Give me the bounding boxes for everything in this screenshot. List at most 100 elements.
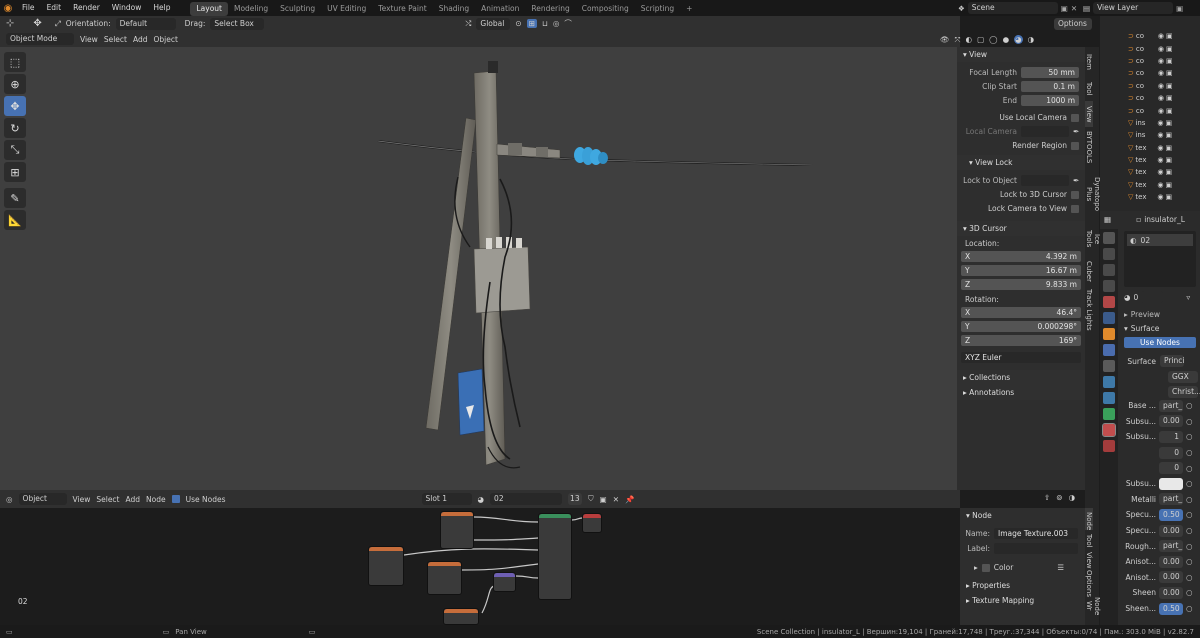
data-props-icon[interactable] <box>1103 408 1115 420</box>
render-camera-icon[interactable]: ▣ <box>1166 107 1173 115</box>
menu-object[interactable]: Object <box>153 35 177 44</box>
orientation-dropdown[interactable]: Default <box>115 17 176 30</box>
render-camera-icon[interactable]: ▣ <box>1166 168 1173 176</box>
cursor-rotation-z[interactable]: Z 169° <box>961 335 1081 346</box>
outliner-row[interactable]: ▽ tex ◉ ▣ <box>1100 142 1200 154</box>
focal-length-field[interactable]: 50 mm <box>1021 67 1079 78</box>
render-camera-icon[interactable]: ▣ <box>1166 156 1173 164</box>
solid-shading-icon[interactable]: ● <box>1003 35 1010 44</box>
material-users-field[interactable] <box>1141 291 1164 303</box>
world-props-icon[interactable] <box>1103 312 1115 324</box>
visibility-eye-icon[interactable]: ◉ <box>1158 94 1164 102</box>
transform-space-dropdown[interactable]: Global <box>476 17 511 30</box>
visibility-eye-icon[interactable]: ◉ <box>1157 119 1163 127</box>
shader-input-value[interactable]: 0.00 <box>1159 586 1183 599</box>
tab-view[interactable]: View <box>1085 101 1093 127</box>
properties-section[interactable]: ▸ Properties <box>960 578 1085 593</box>
view-layer-props-icon[interactable] <box>1103 280 1115 292</box>
lock-camera-checkbox[interactable] <box>1071 204 1079 213</box>
image-texture-node[interactable] <box>368 546 404 586</box>
image-texture-node[interactable] <box>443 608 479 625</box>
surface-shader-field[interactable]: Princi <box>1160 355 1185 367</box>
physics-props-icon[interactable] <box>1103 376 1115 388</box>
fake-user-icon-2[interactable]: ⛉ <box>588 494 594 504</box>
visibility-eye-icon[interactable]: ◉ <box>1157 168 1163 176</box>
options-dropdown[interactable]: Options <box>1054 17 1092 30</box>
pivot-icon[interactable]: ⊙ <box>515 19 521 28</box>
principled-bsdf-node[interactable] <box>538 513 572 600</box>
cursor-location-z[interactable]: Z 9.833 m <box>961 279 1081 290</box>
tab-scripting[interactable]: Scripting <box>635 2 680 16</box>
scene-field[interactable]: Scene <box>967 2 1058 14</box>
tab-track-lights[interactable]: Track Lights <box>1085 285 1093 335</box>
node-name-field[interactable]: Image Texture.003 <box>994 528 1078 539</box>
tab-shading[interactable]: Shading <box>433 2 475 16</box>
socket-dot-icon[interactable]: ○ <box>1186 604 1193 613</box>
render-camera-icon[interactable]: ▣ <box>1166 69 1173 77</box>
menu-render[interactable]: Render <box>67 0 106 16</box>
3d-cursor-header[interactable]: ▾ 3D Cursor <box>957 221 1085 236</box>
tab-layout[interactable]: Layout <box>190 1 228 16</box>
image-texture-node[interactable] <box>440 511 474 549</box>
output-props-icon[interactable] <box>1103 264 1115 276</box>
tab-dynatopo[interactable]: Dynatopo Plus <box>1085 167 1101 221</box>
material-name-field[interactable]: 02 <box>490 493 563 505</box>
clip-start-field[interactable]: 0.1 m <box>1021 81 1079 92</box>
socket-dot-icon[interactable]: ○ <box>1186 588 1193 597</box>
render-camera-icon[interactable]: ▣ <box>1166 94 1173 102</box>
color-expand-icon[interactable]: ▸ <box>974 561 978 574</box>
menu-edit[interactable]: Edit <box>41 0 68 16</box>
use-nodes-checkbox[interactable] <box>171 495 180 503</box>
outliner-row[interactable]: ⊃ co ◉ ▣ <box>1100 67 1200 79</box>
rendered-shading-icon[interactable]: ◑ <box>1028 35 1035 44</box>
move-tool-icon[interactable]: ✥ <box>33 18 41 29</box>
socket-dot-icon[interactable]: ○ <box>1186 464 1193 473</box>
outliner-row[interactable]: ▽ ins ◉ ▣ <box>1100 117 1200 129</box>
visibility-eye-icon[interactable]: ◉ <box>1157 181 1163 189</box>
annotate-tool-icon[interactable]: ✎ <box>4 188 26 208</box>
visibility-icon[interactable]: 👁 <box>940 35 950 44</box>
tab-node[interactable]: Node <box>1085 508 1093 530</box>
tab-animation[interactable]: Animation <box>475 2 525 16</box>
tab-rendering[interactable]: Rendering <box>525 2 575 16</box>
outliner-row[interactable]: ▽ tex ◉ ▣ <box>1100 166 1200 178</box>
outliner-row[interactable]: ⊃ co ◉ ▣ <box>1100 42 1200 54</box>
material-shading-icon[interactable]: ◕ <box>1014 35 1023 44</box>
outliner-row[interactable]: ▽ tex ◉ ▣ <box>1100 179 1200 191</box>
constraints-props-icon[interactable] <box>1103 392 1115 404</box>
preview-section[interactable]: ▸ Preview <box>1120 307 1200 321</box>
menu-add[interactable]: Add <box>133 35 148 44</box>
tab-tool[interactable]: Tool <box>1085 77 1093 101</box>
tab-modeling[interactable]: Modeling <box>228 2 274 16</box>
drag-dropdown[interactable]: Select Box <box>210 17 265 30</box>
rotate-tool-icon[interactable]: ↻ <box>4 118 26 138</box>
particles-props-icon[interactable] <box>1103 360 1115 372</box>
tab-uv-editing[interactable]: UV Editing <box>321 2 372 16</box>
node-editor[interactable]: 02 <box>0 508 960 625</box>
shader-type-dropdown[interactable]: Object <box>18 493 67 505</box>
socket-dot-icon[interactable]: ○ <box>1186 510 1193 519</box>
outliner-row[interactable]: ⊃ co ◉ ▣ <box>1100 55 1200 67</box>
node-label-field[interactable] <box>994 543 1078 554</box>
material-output-node[interactable] <box>582 513 602 533</box>
visibility-eye-icon[interactable]: ◉ <box>1157 131 1163 139</box>
snap-node-icon[interactable]: ⊚ <box>1056 493 1062 502</box>
shader-input-value[interactable]: part_ <box>1159 493 1183 506</box>
render-camera-icon[interactable]: ▣ <box>1166 181 1173 189</box>
tab-texture-paint[interactable]: Texture Paint <box>372 2 432 16</box>
visibility-eye-icon[interactable]: ◉ <box>1158 82 1164 90</box>
distribution-dropdown[interactable]: GGX <box>1168 370 1198 383</box>
socket-dot-icon[interactable]: ○ <box>1186 432 1193 441</box>
pin-icon[interactable]: ▫ <box>1136 215 1141 224</box>
cursor-tool-icon[interactable]: ⊕ <box>4 74 26 94</box>
render-camera-icon[interactable]: ▣ <box>1166 144 1173 152</box>
node-overlay-icon[interactable]: ◑ <box>1069 493 1076 502</box>
local-camera-field[interactable] <box>1021 126 1069 137</box>
visibility-eye-icon[interactable]: ◉ <box>1158 32 1164 40</box>
shader-input-value[interactable]: 0.00 <box>1159 524 1183 537</box>
eyedropper-icon-2[interactable]: ✒ <box>1073 174 1079 187</box>
new-view-layer-icon[interactable]: ▣ <box>1176 4 1183 13</box>
lock-to-cursor-checkbox[interactable] <box>1071 190 1079 199</box>
shader-input-value[interactable]: 0 <box>1159 462 1183 475</box>
subsurface-method-dropdown[interactable]: Christ... <box>1168 385 1200 398</box>
